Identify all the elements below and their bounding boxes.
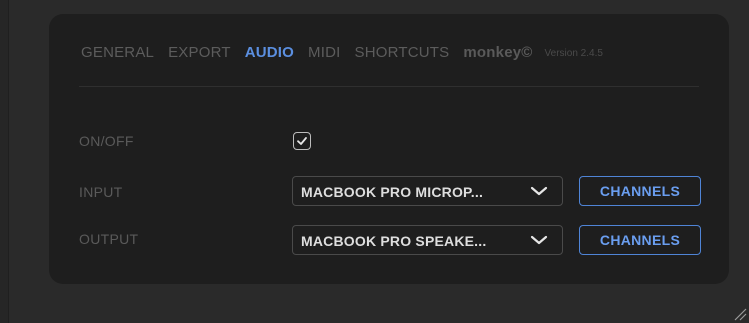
brand-name: monkey© (463, 43, 533, 61)
tab-export[interactable]: EXPORT (168, 44, 231, 61)
chevron-down-icon (530, 235, 548, 245)
settings-panel: GENERAL EXPORT AUDIO MIDI SHORTCUTS monk… (49, 14, 729, 284)
input-device-select[interactable]: MACBOOK PRO MICROP... (292, 176, 563, 206)
onoff-label: ON/OFF (79, 133, 134, 149)
resize-grip-icon[interactable] (731, 305, 747, 321)
input-channels-button[interactable]: CHANNELS (579, 176, 701, 206)
version-label: Version 2.4.5 (544, 47, 603, 59)
tab-general[interactable]: GENERAL (81, 44, 154, 61)
output-label: OUTPUT (79, 231, 139, 247)
output-channels-button[interactable]: CHANNELS (579, 225, 701, 255)
onoff-checkbox[interactable] (293, 132, 311, 150)
tab-shortcuts[interactable]: SHORTCUTS (355, 44, 450, 61)
tab-bar: GENERAL EXPORT AUDIO MIDI SHORTCUTS monk… (81, 40, 603, 64)
output-device-select[interactable]: MACBOOK PRO SPEAKE... (292, 225, 563, 255)
checkmark-icon (297, 137, 307, 145)
output-device-value: MACBOOK PRO SPEAKE... (301, 233, 487, 249)
tab-midi[interactable]: MIDI (308, 44, 340, 61)
chevron-down-icon (530, 186, 548, 196)
window-frame: GENERAL EXPORT AUDIO MIDI SHORTCUTS monk… (8, 0, 749, 323)
tab-audio[interactable]: AUDIO (245, 44, 294, 61)
divider (79, 86, 699, 87)
input-device-value: MACBOOK PRO MICROP... (301, 184, 484, 200)
input-label: INPUT (79, 184, 123, 200)
